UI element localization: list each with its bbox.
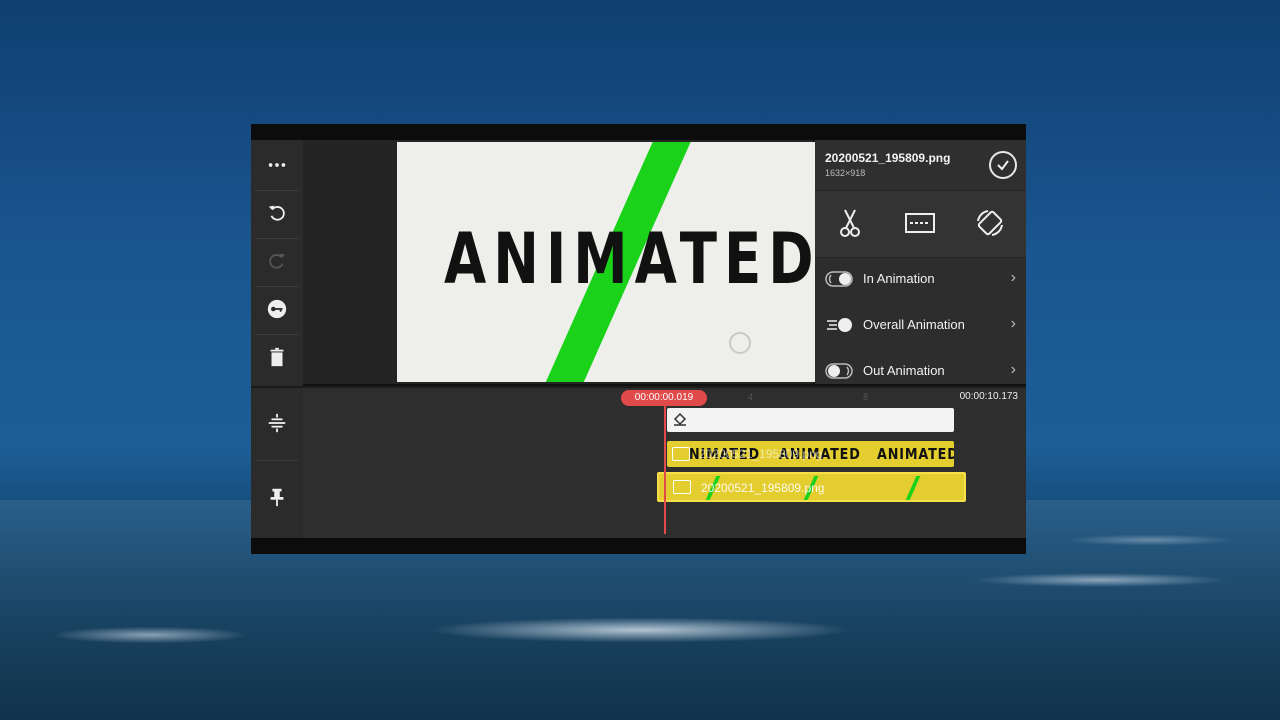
image-thumb-icon xyxy=(672,447,690,461)
redo-button[interactable] xyxy=(251,240,303,282)
undo-icon xyxy=(268,205,285,221)
file-resolution: 1632×918 xyxy=(825,168,866,178)
image-thumb-icon xyxy=(673,480,691,494)
key-icon xyxy=(267,299,287,319)
timeline[interactable]: 4 8 00:00:00.019 00:00:10.173 NIMATED AN… xyxy=(303,386,1026,538)
overall-animation-row[interactable]: Overall Animation › xyxy=(815,302,1026,348)
panel-header: 20200521_195809.png 1632×918 xyxy=(815,140,1026,190)
layer-panel: 20200521_195809.png 1632×918 In Animatio… xyxy=(815,140,1026,384)
out-animation-icon xyxy=(825,363,853,379)
text-layer-clip[interactable]: NIMATED ANIMATED ANIMATED 20200521_19580… xyxy=(667,441,954,467)
split-button[interactable] xyxy=(830,203,870,243)
divider xyxy=(255,286,299,287)
divider xyxy=(303,386,1026,388)
clip-label: 20200521_195809.png xyxy=(701,481,825,495)
redo-icon xyxy=(269,253,286,269)
divider xyxy=(255,238,299,239)
delete-icon xyxy=(270,347,284,367)
preview-area: ANIMATED xyxy=(303,140,824,384)
chevron-right-icon: › xyxy=(1010,269,1016,286)
crop-button[interactable] xyxy=(900,203,940,243)
check-icon xyxy=(997,160,1009,171)
out-animation-label: Out Animation xyxy=(863,363,945,378)
editor-window: ANIMATED 20200521_195809.png 1632×918 In… xyxy=(251,124,1026,554)
divider xyxy=(255,334,299,335)
panel-tools xyxy=(815,190,1026,258)
overall-animation-icon xyxy=(827,318,852,332)
chevron-right-icon: › xyxy=(1010,361,1016,378)
rotate-icon xyxy=(977,210,1003,236)
done-button[interactable] xyxy=(989,151,1017,179)
crop-icon xyxy=(905,213,935,233)
scissors-icon xyxy=(840,209,860,237)
delete-button[interactable] xyxy=(251,336,303,378)
divider xyxy=(251,386,303,388)
in-animation-icon xyxy=(825,271,853,287)
pin-button[interactable] xyxy=(251,476,303,518)
current-time: 00:00:00.019 xyxy=(621,390,707,406)
chevron-right-icon: › xyxy=(1010,315,1016,332)
image-layer-clip[interactable]: 20200521_195809.png xyxy=(657,472,966,502)
divider xyxy=(255,460,299,461)
timeline-tick: 4 xyxy=(748,392,754,402)
more-icon xyxy=(268,163,286,167)
pin-icon xyxy=(270,488,284,507)
video-preview[interactable]: ANIMATED xyxy=(397,142,824,382)
left-toolbar xyxy=(251,140,303,538)
audio-track-clip[interactable] xyxy=(667,408,954,432)
touch-indicator xyxy=(729,332,751,354)
clip-text-repeat: ANIMATED xyxy=(877,445,954,463)
undo-button[interactable] xyxy=(251,192,303,234)
more-button[interactable] xyxy=(251,144,303,186)
align-button[interactable] xyxy=(251,402,303,444)
keyframe-button[interactable] xyxy=(251,288,303,330)
overall-animation-label: Overall Animation xyxy=(863,317,965,332)
in-animation-row[interactable]: In Animation › xyxy=(815,256,1026,302)
navigation-bar xyxy=(251,538,1026,554)
in-animation-label: In Animation xyxy=(863,271,935,286)
divider xyxy=(255,190,299,191)
status-bar xyxy=(251,124,1026,140)
rotate-button[interactable] xyxy=(970,203,1010,243)
align-icon xyxy=(268,413,286,433)
timeline-tick: 8 xyxy=(863,392,869,402)
green-stripe-thumb xyxy=(905,476,921,500)
preview-title-text: ANIMATED xyxy=(443,218,821,300)
playhead[interactable] xyxy=(664,406,666,534)
clip-label: 20200521_195809.png xyxy=(699,447,823,461)
paint-bucket-icon xyxy=(673,412,687,426)
end-time: 00:00:10.173 xyxy=(959,391,1018,402)
file-name: 20200521_195809.png xyxy=(825,151,951,165)
